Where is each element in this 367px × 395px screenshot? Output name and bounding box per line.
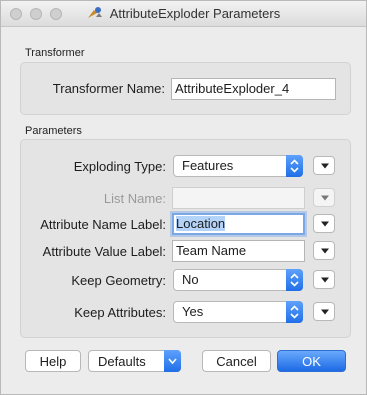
attribute-name-label-label: Attribute Name Label:: [40, 217, 166, 232]
keep-attributes-value: Yes: [182, 304, 204, 319]
triangle-down-icon: [321, 248, 329, 254]
updown-chevron-icon: [286, 301, 303, 323]
transformer-name-field[interactable]: AttributeExploder_4: [171, 78, 336, 100]
window-title-group: AttributeExploder Parameters: [1, 6, 366, 21]
window-title: AttributeExploder Parameters: [109, 6, 281, 21]
defaults-button[interactable]: Defaults: [88, 350, 181, 372]
chevron-down-icon: [164, 350, 181, 372]
attribute-value-label-label: Attribute Value Label:: [42, 244, 166, 259]
triangle-down-icon: [321, 195, 329, 201]
help-button[interactable]: Help: [25, 350, 81, 372]
keep-geometry-menu-button[interactable]: [313, 270, 335, 289]
keep-attributes-select[interactable]: Yes: [173, 301, 303, 323]
attribute-value-label-menu-button[interactable]: [313, 241, 335, 260]
exploding-type-select[interactable]: Features: [173, 155, 303, 177]
attribute-value-label-field[interactable]: Team Name: [172, 240, 305, 262]
cancel-button[interactable]: Cancel: [202, 350, 271, 372]
triangle-down-icon: [321, 163, 329, 169]
parameters-dialog: AttributeExploder Parameters Transformer…: [0, 0, 367, 395]
list-name-field[interactable]: [172, 187, 305, 209]
keep-geometry-value: No: [182, 272, 199, 287]
exploding-type-label: Exploding Type:: [73, 159, 166, 174]
ok-button[interactable]: OK: [277, 350, 346, 372]
title-bar: AttributeExploder Parameters: [1, 1, 366, 27]
updown-chevron-icon: [286, 269, 303, 291]
defaults-button-label: Defaults: [98, 354, 146, 369]
parameters-heading: Parameters: [25, 125, 82, 137]
keep-attributes-menu-button[interactable]: [313, 302, 335, 321]
updown-chevron-icon: [286, 155, 303, 177]
triangle-down-icon: [321, 277, 329, 283]
list-name-label: List Name:: [103, 191, 166, 206]
transformer-name-label: Transformer Name:: [52, 81, 165, 96]
attribute-name-label-menu-button[interactable]: [313, 214, 335, 233]
triangle-down-icon: [321, 221, 329, 227]
attribute-name-label-field[interactable]: Location: [172, 213, 305, 235]
keep-geometry-label: Keep Geometry:: [71, 273, 166, 288]
fme-transformer-icon: [87, 6, 103, 20]
selected-text: Location: [176, 216, 226, 231]
list-name-menu-button[interactable]: [313, 188, 335, 207]
exploding-type-value: Features: [182, 158, 234, 173]
keep-attributes-label: Keep Attributes:: [74, 305, 166, 320]
triangle-down-icon: [321, 309, 329, 315]
exploding-type-menu-button[interactable]: [313, 156, 335, 175]
keep-geometry-select[interactable]: No: [173, 269, 303, 291]
transformer-heading: Transformer: [25, 47, 85, 59]
